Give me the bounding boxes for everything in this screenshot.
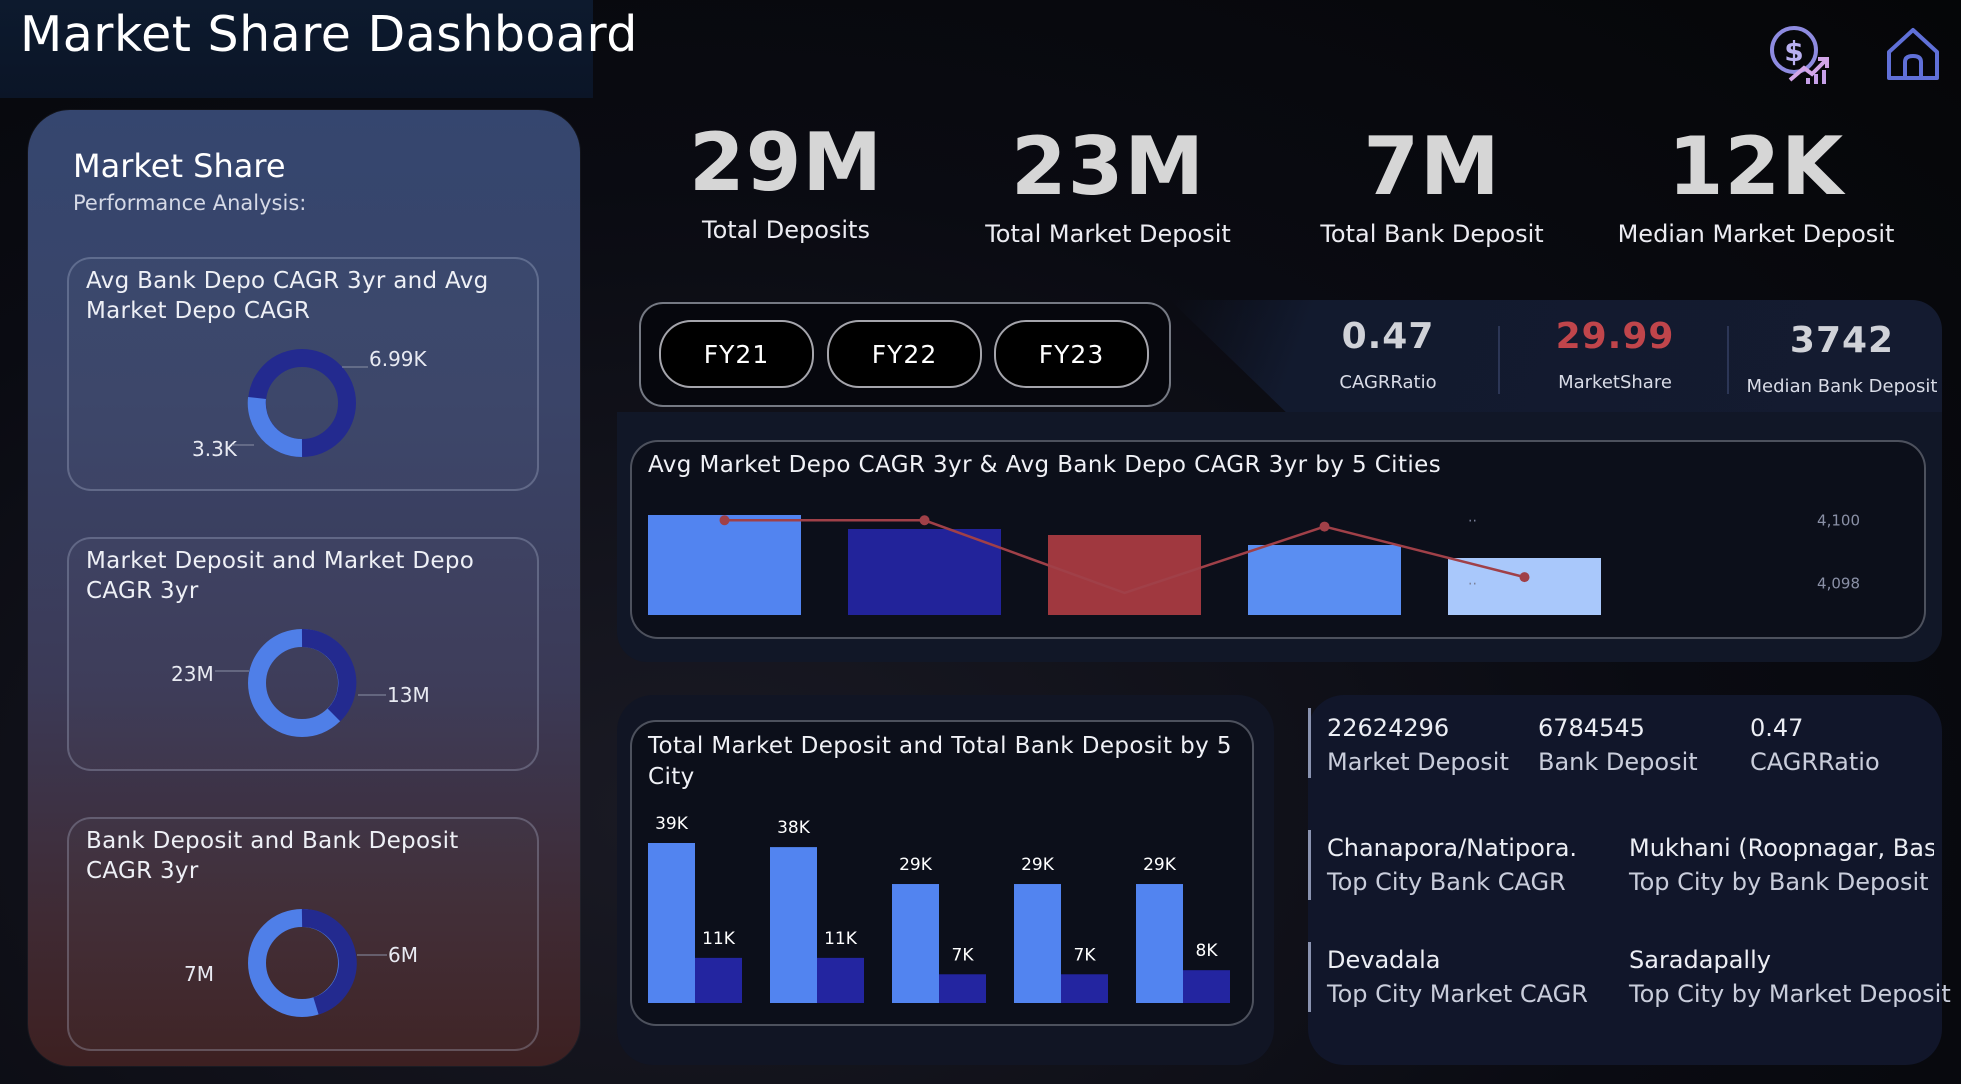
kpi-value: 12K bbox=[1667, 120, 1845, 213]
market-deposit-bar bbox=[770, 847, 817, 1003]
donut-segment-b[interactable] bbox=[301, 908, 357, 1015]
market-deposit-bar bbox=[1014, 884, 1061, 1003]
top-city-market-cagr-label: Top City Market CAGR bbox=[1327, 980, 1588, 1008]
bar-data-label: 29K bbox=[1143, 855, 1177, 875]
combo-line-point bbox=[719, 515, 730, 526]
top-city-bank-cagr-label: Top City Bank CAGR bbox=[1327, 868, 1566, 896]
page-title: Market Share Dashboard bbox=[20, 6, 638, 63]
median-bank-deposit-label: Median Bank Deposit bbox=[1746, 376, 1938, 397]
market-share-value: 29.99 bbox=[1555, 316, 1675, 357]
y2-tick-label: 4,098 bbox=[1817, 574, 1860, 592]
bank-deposit-bar bbox=[695, 957, 742, 1003]
combo-bar bbox=[648, 515, 801, 615]
top-city-market-deposit-label: Top City by Market Deposit bbox=[1629, 980, 1951, 1008]
top-city-bank-cagr-value: Chanapora/Natipora. bbox=[1327, 834, 1578, 862]
cagr-ratio-info-value: 0.47 bbox=[1750, 714, 1804, 742]
bank-deposit-label: Bank Deposit bbox=[1538, 748, 1698, 776]
donut-label: 7M bbox=[184, 962, 214, 986]
svg-text:$: $ bbox=[1784, 35, 1803, 68]
panel-subtitle: Performance Analysis: bbox=[73, 191, 307, 215]
bar-data-label: 8K bbox=[1196, 941, 1219, 961]
bank-deposit-bar bbox=[1061, 974, 1108, 1003]
market-deposit-bar bbox=[892, 884, 939, 1003]
fy21-button[interactable]: FY21 bbox=[659, 320, 814, 388]
fy23-button[interactable]: FY23 bbox=[994, 320, 1149, 388]
bar-data-label: 38K bbox=[777, 818, 811, 838]
donut-label: 6.99K bbox=[369, 347, 427, 371]
bar-data-label: 39K bbox=[655, 814, 689, 834]
kpi-value: 29M bbox=[689, 116, 883, 209]
finance-analytics-icon[interactable]: $ bbox=[1766, 22, 1832, 86]
bar-data-label: 7K bbox=[952, 945, 975, 965]
bar-data-label: 11K bbox=[702, 929, 736, 949]
market-deposit-bar bbox=[648, 843, 695, 1003]
median-bank-deposit-value: 3742 bbox=[1789, 320, 1895, 361]
axis-dots: ·· bbox=[1468, 576, 1477, 592]
cagr-ratio-value: 0.47 bbox=[1341, 316, 1435, 357]
bar-data-label: 29K bbox=[1021, 855, 1055, 875]
combo-line-point bbox=[1319, 521, 1330, 532]
separator bbox=[1498, 326, 1500, 394]
home-icon[interactable] bbox=[1883, 26, 1943, 82]
card-title: Bank Deposit and Bank Deposit CAGR 3yr bbox=[86, 828, 459, 884]
panel-title: Market Share bbox=[73, 147, 286, 185]
card-title: Avg Bank Depo CAGR 3yr and Avg Market De… bbox=[86, 268, 489, 324]
bank-deposit-bar bbox=[1183, 970, 1230, 1003]
market-deposit-bar bbox=[1136, 884, 1183, 1003]
kpi-label: Median Market Deposit bbox=[1617, 220, 1895, 248]
donut-chart-bank[interactable] bbox=[244, 905, 360, 1021]
accent-bar bbox=[1308, 830, 1311, 900]
kpi-label: Total Market Deposit bbox=[985, 220, 1231, 248]
accent-bar bbox=[1308, 942, 1311, 1012]
market-deposit-label: Market Deposit bbox=[1327, 748, 1509, 776]
top-city-bank-deposit-value: Mukhani (Roopnagar, Bas... bbox=[1629, 834, 1934, 862]
combo-bar bbox=[848, 529, 1001, 615]
donut-chart-market[interactable] bbox=[244, 625, 360, 741]
combo-bar bbox=[1248, 545, 1401, 615]
kpi-label: Total Deposits bbox=[702, 216, 870, 244]
cagr-ratio-label: CAGRRatio bbox=[1339, 372, 1437, 393]
separator bbox=[1727, 326, 1729, 394]
bar-data-label: 29K bbox=[899, 855, 933, 875]
bank-deposit-bar bbox=[939, 974, 986, 1003]
donut-label: 3.3K bbox=[192, 437, 237, 461]
bank-deposit-value: 6784545 bbox=[1538, 714, 1645, 742]
card-title: Market Deposit and Market Depo CAGR 3yr bbox=[86, 548, 475, 604]
bar-data-label: 11K bbox=[824, 929, 858, 949]
combo-line-point bbox=[919, 515, 930, 526]
kpi-label: Total Bank Deposit bbox=[1320, 220, 1544, 248]
axis-dots: ·· bbox=[1468, 513, 1477, 529]
market-share-label: MarketShare bbox=[1558, 372, 1672, 393]
y2-tick-label: 4,100 bbox=[1817, 511, 1860, 529]
kpi-value: 7M bbox=[1363, 120, 1501, 213]
top-city-bank-deposit-label: Top City by Bank Deposit bbox=[1629, 868, 1929, 896]
kpi-value: 23M bbox=[1011, 120, 1205, 213]
bar-data-label: 7K bbox=[1074, 945, 1097, 965]
top-city-market-cagr-value: Devadala bbox=[1327, 946, 1441, 974]
cagr-ratio-info-label: CAGRRatio bbox=[1750, 748, 1880, 776]
top-city-market-deposit-value: Saradapally bbox=[1629, 946, 1771, 974]
donut-label: 13M bbox=[387, 683, 430, 707]
bar-chart-plot[interactable]: 39K 11K 38K 11K 29K 7K 29K 7K 29K 8K bbox=[630, 720, 1250, 1022]
donut-label: 23M bbox=[171, 662, 214, 686]
market-deposit-value: 22624296 bbox=[1327, 714, 1450, 742]
combo-chart-plot[interactable]: ·· 4,100 ·· 4,098 bbox=[630, 440, 1922, 635]
donut-segment-b[interactable] bbox=[301, 628, 357, 722]
donut-segment-b[interactable] bbox=[247, 397, 303, 458]
fy22-button[interactable]: FY22 bbox=[827, 320, 982, 388]
donut-label: 6M bbox=[388, 943, 418, 967]
combo-line-point bbox=[1519, 572, 1530, 583]
bank-deposit-bar bbox=[817, 957, 864, 1003]
accent-bar bbox=[1308, 708, 1311, 778]
